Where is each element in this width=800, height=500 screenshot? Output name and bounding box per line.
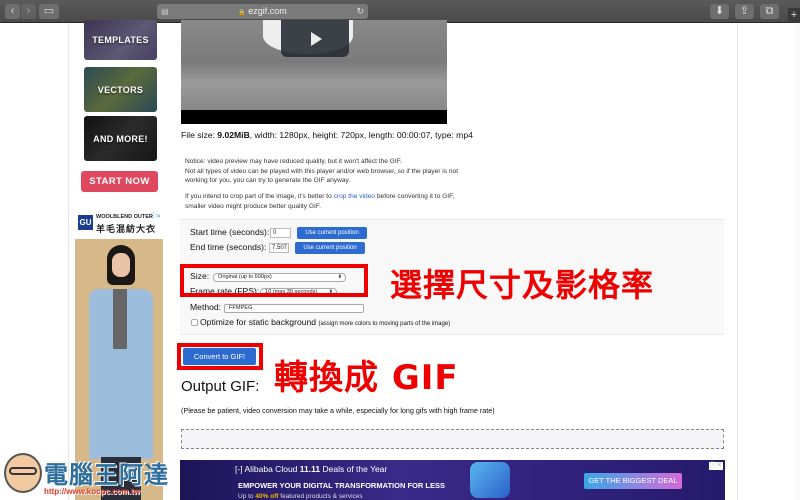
- highlight-convert: [177, 343, 263, 370]
- method-label: Method:: [190, 302, 222, 312]
- crop-video-link[interactable]: crop the video: [334, 193, 375, 200]
- bottom-banner-ad[interactable]: [-] Alibaba Cloud 11.11 Deals of the Yea…: [180, 460, 725, 500]
- end-use-position-button[interactable]: Use current position: [295, 242, 365, 254]
- watermark-title: 電腦王阿達: [44, 461, 169, 489]
- optimize-label: Optimize for static background (assign m…: [200, 317, 451, 327]
- highlight-size-fps: [180, 264, 368, 297]
- method-select[interactable]: FFMPEG: [224, 304, 364, 313]
- notice-text: Notice: video preview may have reduced q…: [185, 158, 459, 185]
- plus-icon: +: [790, 9, 798, 21]
- file-info: File size: 9.02MiB, width: 1280px, heigh…: [181, 130, 473, 140]
- chevron-left-icon: ‹: [10, 5, 15, 17]
- content-divider-right: [737, 23, 738, 500]
- end-time-label: End time (seconds):: [190, 242, 267, 252]
- promo-vectors[interactable]: VECTORS: [84, 67, 157, 112]
- sidebar-toggle-button[interactable]: ▭: [39, 4, 59, 19]
- lock-icon: 🔒: [238, 10, 246, 16]
- share-button[interactable]: ⇪: [735, 4, 754, 19]
- address-bar[interactable]: ▤ 🔒 ezgif.com ↻: [157, 4, 368, 19]
- start-time-label: Start time (seconds):: [190, 227, 270, 237]
- ad-illustration: [470, 462, 510, 498]
- ad-title: 羊毛混紡大衣: [96, 224, 157, 234]
- crop-note: If you intend to crop part of the image,…: [185, 193, 455, 210]
- ad-choices-icon[interactable]: ⓘ✕: [150, 211, 161, 220]
- promo-and-more[interactable]: AND MORE!: [84, 116, 157, 161]
- output-gif-heading: Output GIF:: [181, 378, 260, 395]
- ad-subline: Up to 40% off featured products & servic…: [238, 493, 363, 500]
- url-text: 🔒 ezgif.com: [238, 6, 287, 16]
- page-content: TEMPLATES VECTORS AND MORE! START NOW GU…: [0, 20, 800, 500]
- brand-logo: GU: [78, 215, 93, 230]
- share-icon: ⇪: [739, 5, 750, 17]
- downloads-button[interactable]: ⬇: [710, 4, 729, 19]
- ad-cta-button[interactable]: GET THE BIGGEST DEAL: [584, 473, 682, 489]
- annotation-size-fps: 選擇尺寸及影格率: [390, 266, 655, 304]
- ad-headline: EMPOWER YOUR DIGITAL TRANSFORMATION FOR …: [238, 481, 445, 490]
- ad-tagline: WOOLBLEND OUTER: [96, 214, 153, 220]
- back-button[interactable]: ‹: [5, 4, 20, 19]
- file-size: 9.02MiB: [217, 130, 250, 140]
- download-icon: ⬇: [714, 5, 725, 17]
- start-time-input[interactable]: 0: [270, 228, 291, 238]
- tabs-icon: ⧉: [765, 5, 774, 17]
- patience-note: (Please be patient, video conversion may…: [181, 406, 495, 415]
- ad-choices-icon[interactable]: ⓘ✕: [709, 462, 723, 470]
- glasses-icon: [9, 467, 37, 475]
- annotation-convert: 轉換成 GIF: [274, 358, 459, 398]
- reload-icon[interactable]: ↻: [356, 4, 364, 19]
- watermark: 電腦王阿達 http://www.kocpc.com.tw: [0, 443, 175, 500]
- forward-button[interactable]: ›: [21, 4, 36, 19]
- cloud-logo-icon: [-]: [235, 464, 243, 474]
- video-player[interactable]: [181, 20, 447, 124]
- chevron-right-icon: ›: [26, 5, 31, 17]
- promo-templates[interactable]: TEMPLATES: [84, 20, 157, 60]
- output-gif-area: [181, 429, 724, 449]
- start-now-button[interactable]: START NOW: [81, 171, 158, 192]
- start-use-position-button[interactable]: Use current position: [297, 227, 367, 239]
- optimize-checkbox[interactable]: [191, 319, 198, 326]
- end-time-input[interactable]: 7.507: [269, 243, 289, 253]
- sidebar-icon: ▭: [43, 5, 55, 17]
- play-button[interactable]: [281, 20, 349, 57]
- video-letterbox: [181, 110, 447, 124]
- new-tab-button[interactable]: +: [788, 8, 800, 23]
- play-icon: [311, 31, 322, 46]
- ad-brand: [-] Alibaba Cloud 11.11 Deals of the Yea…: [235, 464, 388, 474]
- watermark-url: http://www.kocpc.com.tw: [44, 487, 140, 496]
- ad-header: GU WOOLBLEND OUTER 羊毛混紡大衣 ⓘ✕: [75, 209, 163, 239]
- content-divider-left: [68, 23, 69, 500]
- scrollbar-track[interactable]: [795, 23, 800, 500]
- tabs-button[interactable]: ⧉: [760, 4, 779, 19]
